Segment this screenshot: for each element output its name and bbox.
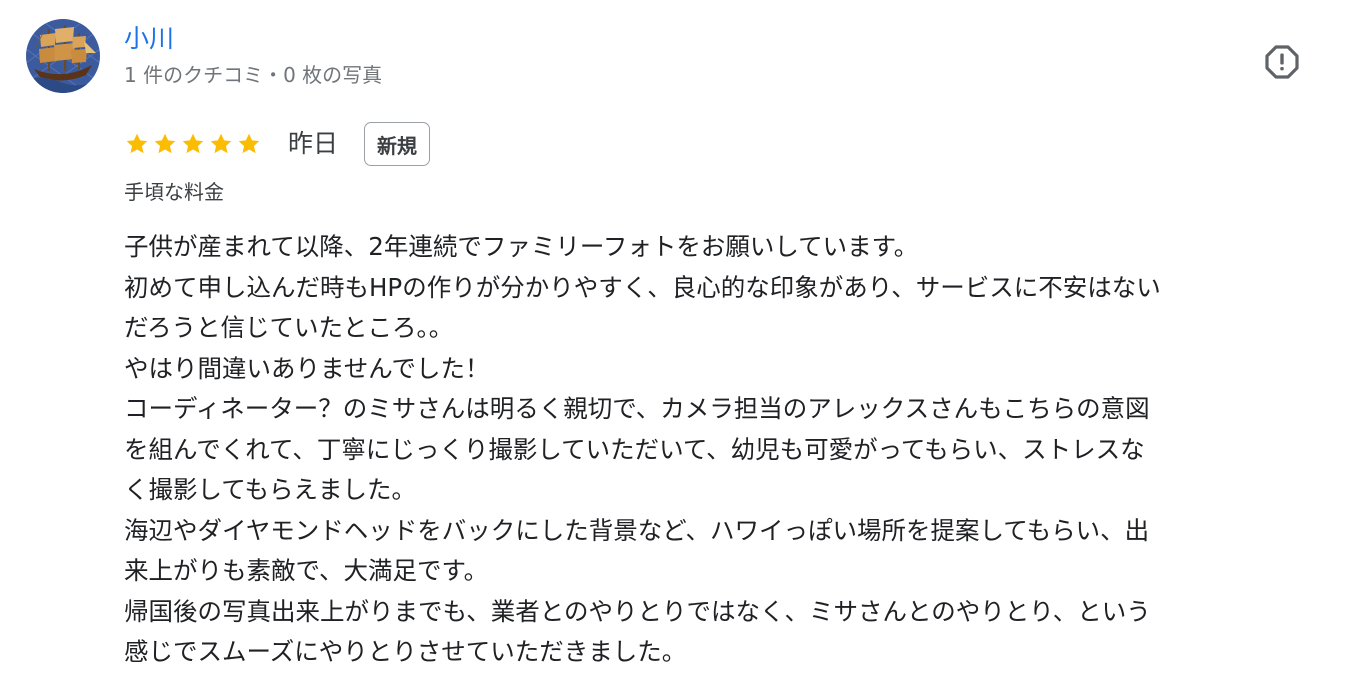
review-tag: 手頃な料金 <box>124 180 224 204</box>
ship-avatar-icon <box>26 19 100 93</box>
avatar[interactable] <box>26 19 100 93</box>
star-icon <box>238 133 260 154</box>
star-icon <box>182 133 204 154</box>
review-card: 小川 1 件のクチコミ・0 枚の写真 昨日 新規 手頃な料金 子供が産まれて以降… <box>0 0 1360 692</box>
review-line: コーディネーター？のミサさんは明るく親切で、カメラ担当のアレックスさんもこちらの… <box>124 394 1150 423</box>
report-icon <box>1265 45 1299 79</box>
review-line: 帰国後の写真出来上がりまでも、業者とのやりとりではなく、ミサさんとのやりとり、と… <box>124 596 1151 626</box>
star-icon <box>126 133 148 154</box>
rating-row: 昨日 新規 <box>124 120 431 168</box>
review-line: く撮影してもらえました。 <box>124 475 417 504</box>
reviewer-name[interactable]: 小川 <box>124 22 174 56</box>
review-date: 昨日 <box>288 129 339 158</box>
report-button[interactable] <box>1258 38 1306 86</box>
review-line: 子供が産まれて以降、2年連続でファミリーフォトをお願いしています。 <box>124 232 919 261</box>
new-badge: 新規 <box>364 122 431 166</box>
review-line: 感じでスムーズにやりとりさせていただきました。 <box>124 637 687 666</box>
star-icon <box>154 133 176 154</box>
review-line: 来上がりも素敵で、大満足です。 <box>124 556 489 585</box>
review-text: 子供が産まれて以降、2年連続でファミリーフォトをお願いしています。初めて申し込ん… <box>124 227 1339 673</box>
review-line: を組んでくれて、丁寧にじっくり撮影していただいて、幼児も可愛がってもらい、ストレ… <box>124 434 1145 464</box>
review-line: 海辺やダイヤモンドヘッドをバックにした背景など、ハワイっぽい場所を提案してもらい… <box>124 515 1150 545</box>
review-line: やはり間違いありませんでした！ <box>124 353 490 383</box>
star-icon <box>210 133 232 154</box>
review-line: 初めて申し込んだ時もHPの作りが分かりやすく、良心的な印象があり、サービスに不安… <box>124 272 1161 302</box>
star-rating <box>124 131 262 157</box>
reviewer-meta: 1 件のクチコミ・0 枚の写真 <box>124 63 383 87</box>
review-line: だろうと信じていたところ。。 <box>124 313 454 342</box>
